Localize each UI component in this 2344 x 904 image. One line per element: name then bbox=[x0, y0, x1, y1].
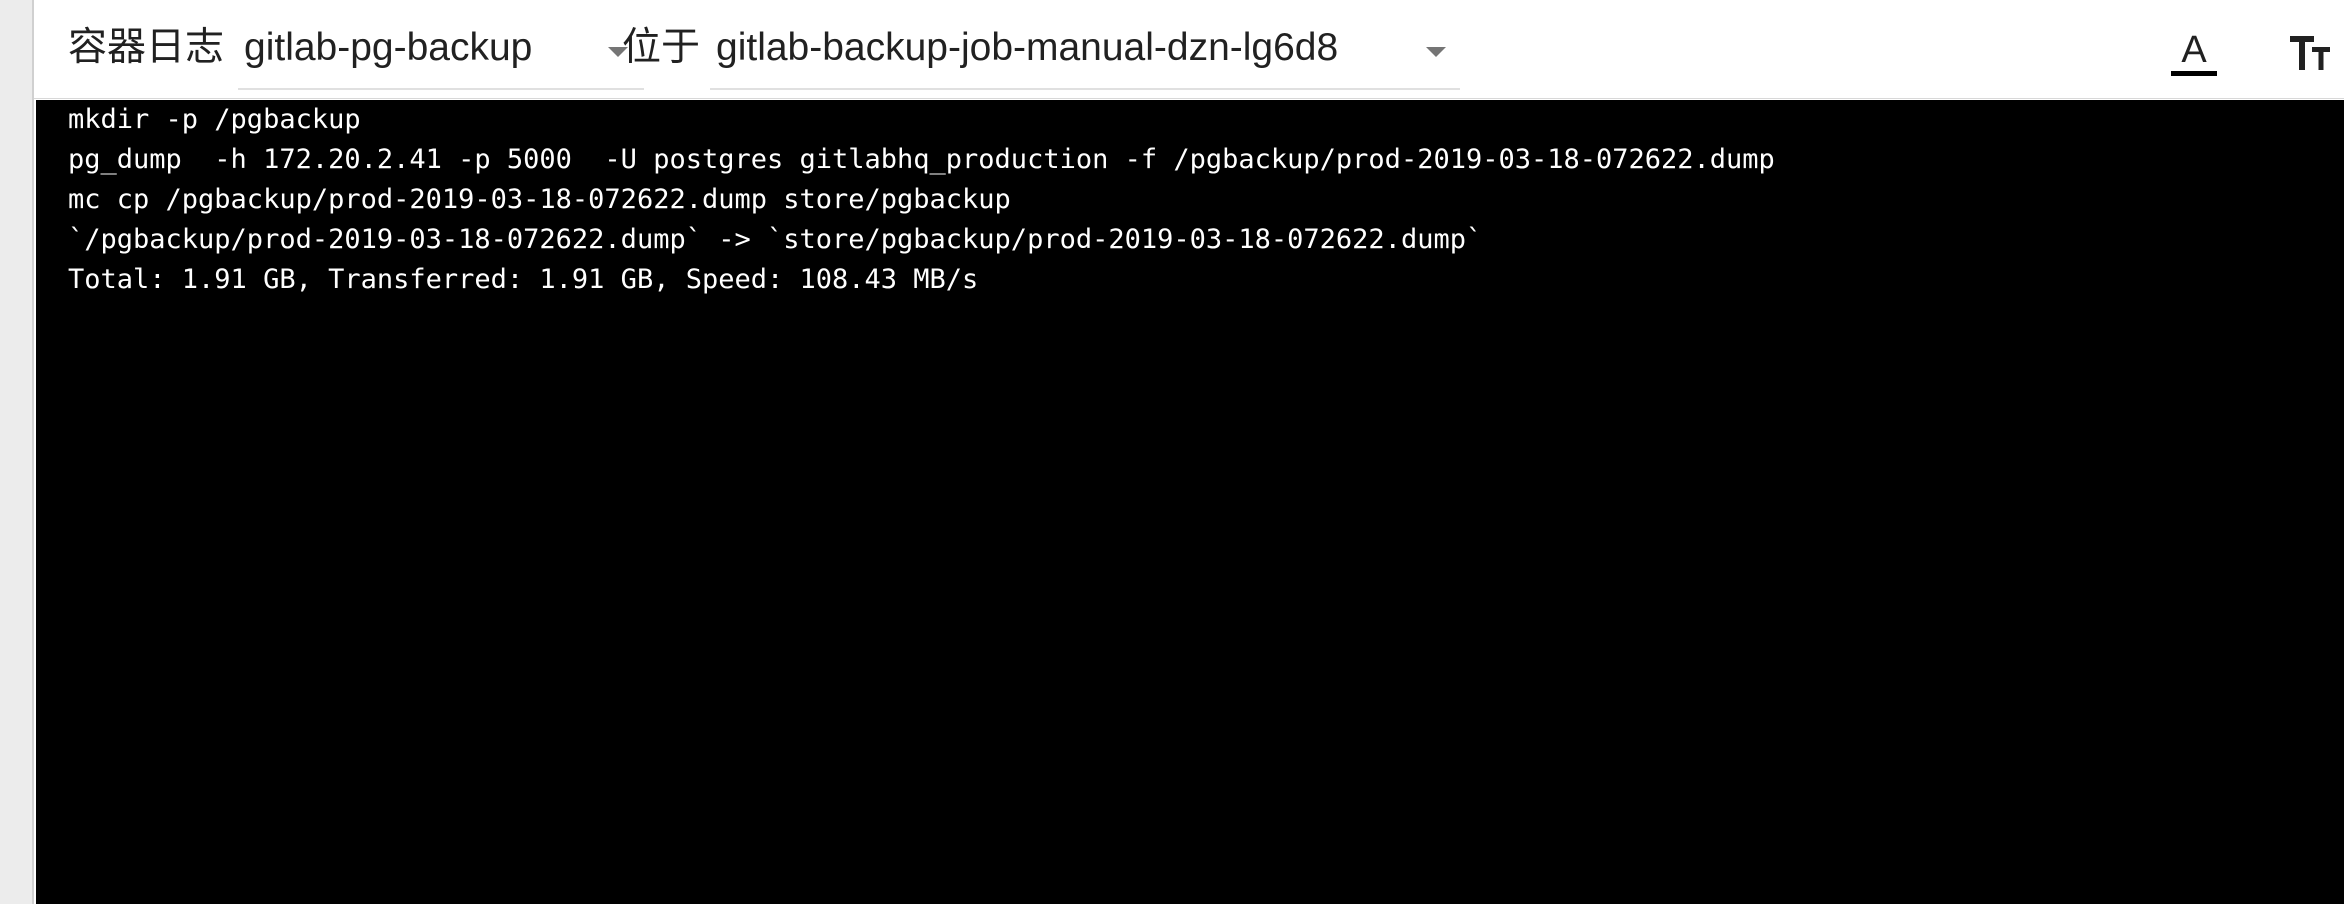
left-gutter bbox=[0, 0, 34, 904]
container-select[interactable]: gitlab-pg-backup bbox=[238, 10, 644, 90]
pod-select-value: gitlab-backup-job-manual-dzn-lg6d8 bbox=[716, 26, 1339, 69]
log-line: mkdir -p /pgbackup bbox=[68, 104, 361, 135]
log-line: mc cp /pgbackup/prod-2019-03-18-072622.d… bbox=[68, 184, 1011, 215]
log-line: pg_dump -h 172.20.2.41 -p 5000 -U postgr… bbox=[68, 144, 1775, 175]
log-lines: mkdir -p /pgbackup pg_dump -h 172.20.2.4… bbox=[68, 100, 2344, 300]
log-line: Total: 1.91 GB, Transferred: 1.91 GB, Sp… bbox=[68, 264, 979, 295]
pod-select[interactable]: gitlab-backup-job-manual-dzn-lg6d8 bbox=[710, 10, 1460, 90]
log-line: `/pgbackup/prod-2019-03-18-072622.dump` … bbox=[68, 224, 1483, 255]
svg-text:A: A bbox=[2181, 29, 2207, 71]
text-size-icon[interactable] bbox=[2284, 22, 2344, 82]
container-select-value: gitlab-pg-backup bbox=[244, 26, 533, 69]
log-output[interactable]: mkdir -p /pgbackup pg_dump -h 172.20.2.4… bbox=[36, 100, 2344, 904]
text-color-icon[interactable]: A bbox=[2164, 22, 2224, 82]
located-in-label: 位于 bbox=[622, 26, 701, 69]
logs-toolbar: 容器日志 gitlab-pg-backup 位于 gitlab-backup-j… bbox=[34, 0, 2344, 99]
chevron-down-icon bbox=[1426, 47, 1446, 57]
container-logs-page: 容器日志 gitlab-pg-backup 位于 gitlab-backup-j… bbox=[0, 0, 2344, 904]
container-logs-label: 容器日志 bbox=[68, 26, 225, 69]
